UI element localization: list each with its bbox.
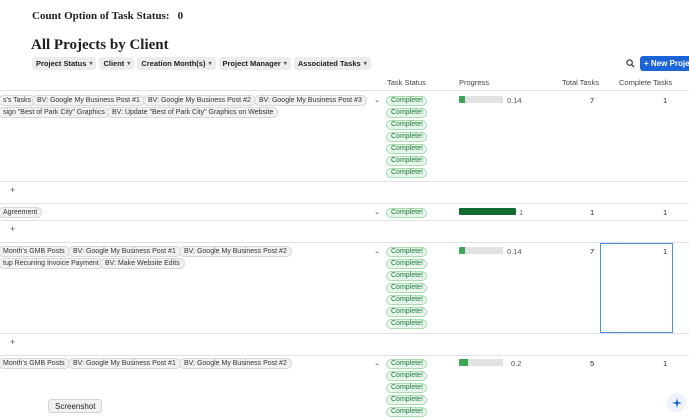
column-header-total-tasks[interactable]: Total Tasks: [562, 78, 599, 87]
task-chip[interactable]: Month's GMB Posts: [0, 358, 70, 369]
chevron-down-icon: ▾: [363, 61, 367, 67]
total-tasks-value: 7: [590, 96, 595, 105]
task-chip[interactable]: BV: Make Website Edits: [100, 258, 185, 269]
status-badge: Complete!: [386, 144, 427, 154]
add-row-button[interactable]: +: [10, 337, 15, 347]
filter-project-status[interactable]: Project Status ▾: [32, 57, 97, 70]
task-chip[interactable]: Month's GMB Posts: [0, 246, 70, 257]
sparkle-icon: [671, 397, 682, 408]
status-badge: Complete!: [386, 259, 427, 269]
status-badge: Complete!: [386, 359, 427, 369]
status-badge: Complete!: [386, 108, 427, 118]
task-chip[interactable]: BV: Google My Business Post #1: [68, 246, 181, 257]
chevron-down-icon[interactable]: ⌄: [374, 208, 380, 216]
selected-cell[interactable]: [600, 243, 673, 333]
task-chip[interactable]: BV: Google My Business Post #2: [143, 95, 256, 106]
status-badge: Complete!: [386, 247, 427, 257]
task-chip[interactable]: BV: Google My Business Post #2: [179, 246, 292, 257]
status-badge: Complete!: [386, 283, 427, 293]
add-row-button[interactable]: +: [10, 185, 15, 195]
task-chip[interactable]: s's Tasks: [0, 95, 37, 106]
filter-bar: Project Status ▾ Client ▾ Creation Month(s…: [32, 57, 371, 70]
count-label: Count Option of Task Status:: [32, 10, 170, 22]
status-badge: Complete!: [386, 208, 427, 218]
status-badge: Complete!: [386, 371, 427, 381]
status-badge: Complete!: [386, 395, 427, 405]
status-badge: Complete!: [386, 407, 427, 417]
status-badge: Complete!: [386, 168, 427, 178]
task-chip[interactable]: tup Recurring Invoice Payment: [0, 258, 104, 269]
column-header-task-status[interactable]: Task Status: [387, 78, 426, 87]
complete-tasks-value: 1: [663, 208, 668, 217]
progress-bar: [459, 208, 516, 215]
complete-tasks-value: 1: [663, 96, 668, 105]
filter-project-manager[interactable]: Project Manager ▾: [218, 57, 291, 70]
complete-tasks-value: 1: [663, 359, 668, 368]
chevron-down-icon: ▾: [89, 61, 93, 67]
total-tasks-value: 1: [590, 208, 595, 217]
progress-value: 1: [519, 208, 524, 217]
search-icon: [625, 58, 635, 68]
column-header-complete-tasks[interactable]: Complete Tasks: [619, 78, 672, 87]
column-header-progress[interactable]: Progress: [459, 78, 489, 87]
screenshot-tooltip: Screenshot: [48, 399, 103, 413]
task-chip[interactable]: BV: Update "Best of Park City" Graphics …: [107, 107, 279, 118]
status-badge: Complete!: [386, 120, 427, 130]
chevron-down-icon: ▾: [283, 61, 287, 67]
progress-bar: [459, 96, 503, 103]
filter-associated-tasks[interactable]: Associated Tasks ▾: [293, 57, 371, 70]
status-badge: Complete!: [386, 132, 427, 142]
task-chip[interactable]: Agreement: [0, 207, 43, 218]
task-chip[interactable]: sign "Best of Park City" Graphics: [0, 107, 110, 118]
task-chip[interactable]: BV: Google My Business Post #2: [179, 358, 292, 369]
filter-creation-month[interactable]: Creation Month(s) ▾: [137, 57, 216, 70]
status-badge: Complete!: [386, 96, 427, 106]
status-badge: Complete!: [386, 319, 427, 329]
status-badge: Complete!: [386, 271, 427, 281]
status-badge: Complete!: [386, 295, 427, 305]
assistant-button[interactable]: [667, 393, 686, 412]
chevron-down-icon: ▾: [127, 61, 131, 67]
filter-client[interactable]: Client ▾: [99, 57, 135, 70]
chevron-down-icon: ▾: [208, 61, 212, 67]
chevron-down-icon[interactable]: ⌄: [374, 247, 380, 255]
search-button[interactable]: [623, 56, 637, 70]
status-badge: Complete!: [386, 383, 427, 393]
progress-value: 0.2: [511, 359, 522, 368]
task-chip[interactable]: BV: Google My Business Post #3: [254, 95, 367, 106]
progress-value: 0.14: [507, 96, 522, 105]
page-title: All Projects by Client: [31, 37, 169, 53]
task-chip[interactable]: BV: Google My Business Post #1: [32, 95, 145, 106]
task-chip[interactable]: BV: Google My Business Post #1: [68, 358, 181, 369]
count-summary: Count Option of Task Status: 0: [32, 10, 183, 22]
add-row-button[interactable]: +: [10, 224, 15, 234]
total-tasks-value: 5: [590, 359, 595, 368]
total-tasks-value: 7: [590, 247, 595, 256]
progress-bar: [459, 359, 503, 366]
status-badge: Complete!: [386, 156, 427, 166]
chevron-down-icon[interactable]: ⌄: [374, 96, 380, 104]
progress-bar: [459, 247, 503, 254]
progress-value: 0.14: [507, 247, 522, 256]
chevron-down-icon[interactable]: ⌄: [374, 359, 380, 367]
new-project-button[interactable]: + New Projects: [640, 56, 689, 71]
status-badge: Complete!: [386, 307, 427, 317]
count-value: 0: [177, 10, 184, 22]
